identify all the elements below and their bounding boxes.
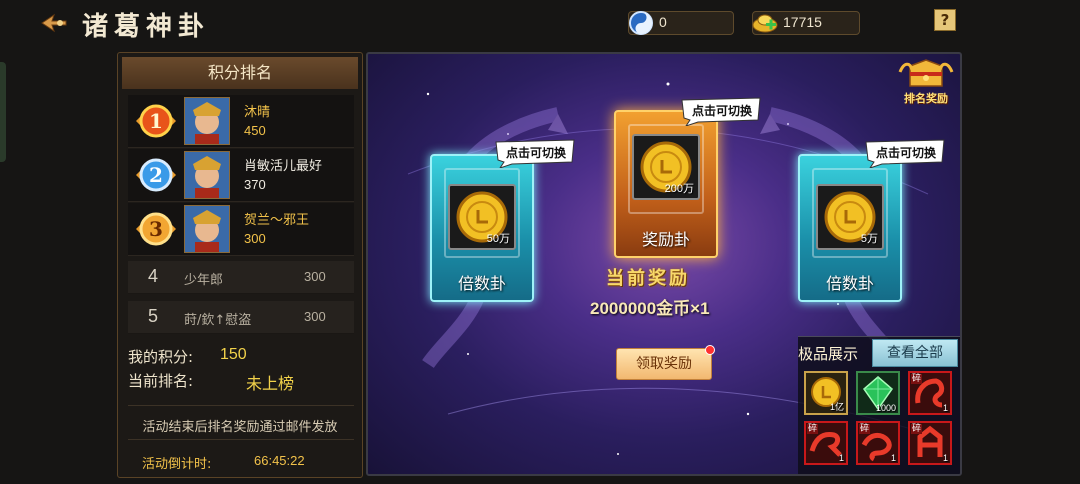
item-count: 1 <box>942 403 948 413</box>
coin-amount: 50万 <box>486 233 510 245</box>
gold-value: 17715 <box>783 14 822 30</box>
card-label: 倍数卦 <box>457 274 506 293</box>
notification-dot <box>705 345 715 355</box>
player-avatar[interactable] <box>184 151 230 199</box>
claim-reward-label: 领取奖励 <box>636 356 692 372</box>
fragment-tag: 碎 <box>807 424 819 434</box>
ranking-row-3: 3 贺兰〜邪王 300 <box>128 203 354 256</box>
my-score-value: 150 <box>220 346 247 363</box>
rank-2-medal-icon: 2 <box>136 158 176 192</box>
showcase-item[interactable]: 1000 <box>856 371 900 415</box>
ranking-row-4: 4 少年郎 300 <box>128 261 354 294</box>
item-count: 1 <box>942 453 948 463</box>
page-title: 诸葛神卦 <box>82 12 211 42</box>
player-score: 300 <box>244 231 266 246</box>
item-count: 1000 <box>875 403 896 413</box>
my-score-label: 我的积分: <box>128 348 194 366</box>
coin-amount: 200万 <box>664 183 694 195</box>
current-reward-amount: 2000000金币×1 <box>590 299 710 318</box>
side-edge-tab[interactable] <box>0 62 6 162</box>
divider <box>128 405 354 406</box>
gold-ingot-add-icon[interactable] <box>751 9 779 37</box>
player-score: 300 <box>304 309 326 324</box>
rank-number: 5 <box>148 306 159 326</box>
countdown-label: 活动倒计时: <box>142 457 212 472</box>
card-label: 倍数卦 <box>825 274 874 293</box>
coin-amount: 5万 <box>860 233 878 245</box>
svg-text:3: 3 <box>149 217 163 241</box>
claim-reward-button[interactable]: 领取奖励 <box>616 345 715 380</box>
switch-hint-bubble: 点击可切换 <box>495 139 575 168</box>
item-count: 1 <box>890 453 896 463</box>
fragment-tag: 碎 <box>911 374 923 384</box>
svg-text:点击可切换: 点击可切换 <box>876 145 937 160</box>
rank-number: 4 <box>148 266 159 286</box>
coupon-counter: 0 <box>628 11 734 35</box>
multiplier-card-left[interactable]: 50万 倍数卦 <box>430 154 534 302</box>
player-name: 莳/欽↑慰盗 <box>184 313 252 328</box>
switch-hint-bubble: 点击可切换 <box>865 139 945 168</box>
reward-card-center[interactable]: 200万 奖励卦 <box>614 110 718 258</box>
my-rank-label: 当前排名: <box>128 372 194 390</box>
showcase-item[interactable]: 碎 1 <box>908 421 952 465</box>
fragment-tag: 碎 <box>859 424 871 434</box>
svg-text:2: 2 <box>149 163 163 187</box>
rank-reward-label: 排名奖励 <box>904 92 948 105</box>
coupon-value: 0 <box>659 14 667 30</box>
showcase-item[interactable]: 1亿 <box>804 371 848 415</box>
multiplier-card-right[interactable]: 5万 倍数卦 <box>798 154 902 302</box>
view-all-button[interactable]: 查看全部 <box>872 339 958 367</box>
player-name: 肖敏活儿最好 <box>244 159 323 174</box>
player-score: 300 <box>304 269 326 284</box>
showcase-panel: 极品展示 查看全部 1亿 1000 碎 1 碎 1 碎 1 碎 1 <box>798 336 960 474</box>
player-name: 贺兰〜邪王 <box>244 213 310 228</box>
showcase-item[interactable]: 碎 1 <box>804 421 848 465</box>
mail-reward-note: 活动结束后排名奖励通过邮件发放 <box>142 420 338 435</box>
divination-board: 排名奖励 50万 倍数卦 点击可切换 200万 奖励卦 点击可切换 5万 倍数卦… <box>366 52 962 476</box>
my-rank-value: 未上榜 <box>246 376 295 393</box>
player-avatar[interactable] <box>184 205 230 253</box>
ranking-title: 积分排名 <box>122 57 358 89</box>
svg-text:点击可切换: 点击可切换 <box>692 103 753 118</box>
player-name: 少年郎 <box>184 273 224 288</box>
item-count: 1亿 <box>829 402 844 412</box>
item-count: 1 <box>838 453 844 463</box>
taiji-coupon-icon <box>629 11 653 35</box>
countdown-timer: 66:45:22 <box>254 453 305 468</box>
rank-3-medal-icon: 3 <box>136 212 176 246</box>
player-score: 450 <box>244 123 266 138</box>
player-avatar[interactable] <box>184 97 230 145</box>
svg-text:点击可切换: 点击可切换 <box>506 145 567 160</box>
ranking-row-5: 5 莳/欽↑慰盗 300 <box>128 301 354 334</box>
gold-counter: 17715 <box>752 11 860 35</box>
showcase-item[interactable]: 碎 1 <box>908 371 952 415</box>
coin-slot: 50万 <box>448 184 516 250</box>
rank-1-medal-icon: 1 <box>136 104 176 138</box>
treasure-chest-icon <box>898 59 954 87</box>
ranking-panel: 积分排名 1 沐晴 450 2 肖敏活儿最好 370 3 贺兰〜邪王 300 4… <box>117 52 363 478</box>
player-score: 370 <box>244 177 266 192</box>
rank-reward-button[interactable]: 排名奖励 <box>896 58 956 108</box>
showcase-title: 极品展示 <box>798 345 859 363</box>
switch-hint-bubble: 点击可切换 <box>681 97 761 126</box>
help-button[interactable]: ? <box>934 9 956 31</box>
divider <box>128 439 354 440</box>
svg-text:1: 1 <box>149 109 163 133</box>
coin-slot: 200万 <box>632 134 700 200</box>
back-arrow-icon[interactable] <box>40 12 68 34</box>
current-reward-title: 当前奖励 <box>606 268 690 289</box>
card-label: 奖励卦 <box>641 230 690 249</box>
ranking-row-1: 1 沐晴 450 <box>128 95 354 148</box>
showcase-item[interactable]: 碎 1 <box>856 421 900 465</box>
ranking-row-2: 2 肖敏活儿最好 370 <box>128 149 354 202</box>
coin-slot: 5万 <box>816 184 884 250</box>
player-name: 沐晴 <box>244 105 271 120</box>
fragment-tag: 碎 <box>911 424 923 434</box>
